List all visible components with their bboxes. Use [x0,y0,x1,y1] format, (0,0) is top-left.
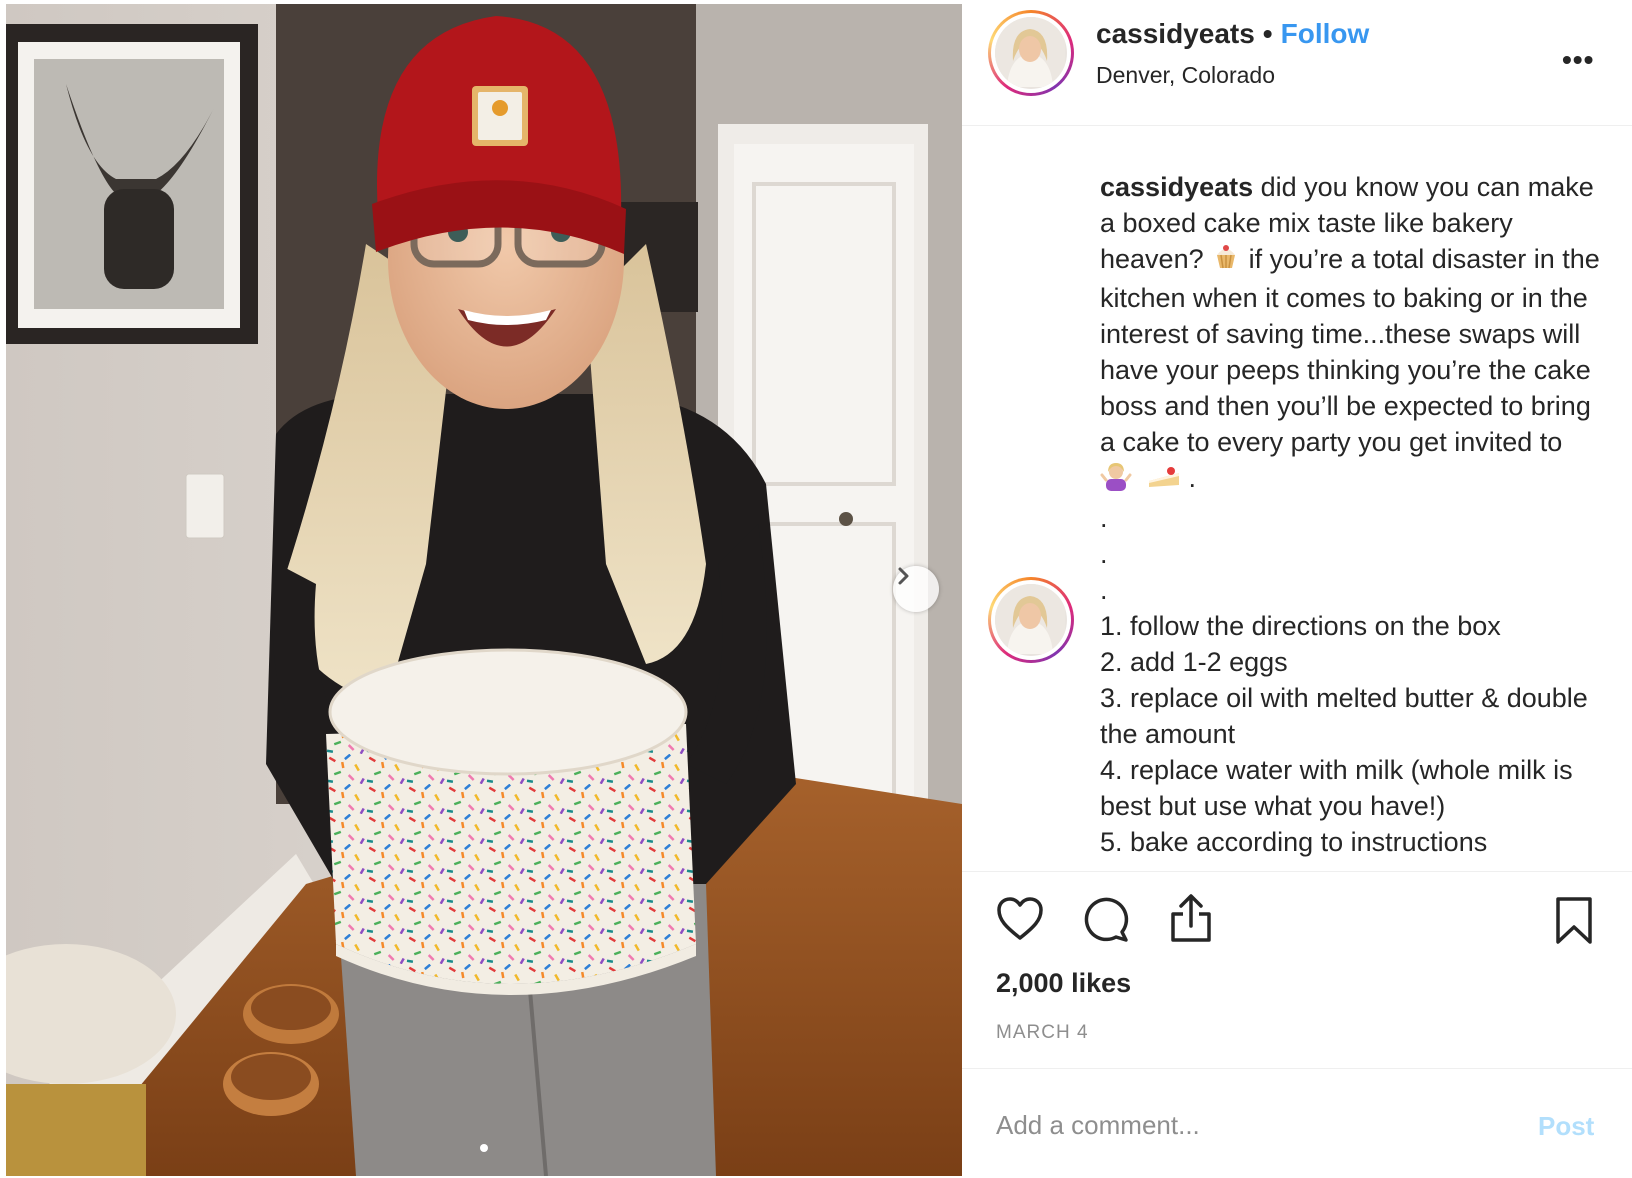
caption-text: cassidyeats did you know you can make a … [1100,169,1600,860]
post-date[interactable]: MARCH 4 [996,1022,1089,1044]
caption-scroll-area[interactable]: cassidyeats did you know you can make a … [962,127,1632,871]
photo-illustration [6,4,962,1176]
caption-step: 3. replace oil with melted butter & doub… [1100,682,1588,749]
post-photo[interactable] [6,4,962,1176]
post-actions: 2,000 likes MARCH 4 [962,871,1632,1071]
post-details-panel: cassidyeats • Follow Denver, Colorado ••• … [962,0,1632,1178]
caption-text-part-2: if you’re a total disaster in the kitche… [1100,244,1600,458]
follow-button[interactable]: Follow [1281,18,1370,49]
caption-avatar[interactable] [988,577,1074,663]
caption-text-part-3: . [1181,463,1197,494]
more-options-button[interactable]: ••• [1562,44,1594,76]
caption-dot-line: . [1100,574,1108,605]
like-button[interactable] [996,896,1044,947]
next-slide-button[interactable] [893,566,939,612]
caption-step: 5. bake according to instructions [1100,826,1488,857]
more-options-icon: ••• [1562,44,1595,75]
location-link[interactable]: Denver, Colorado [1096,62,1275,89]
comment-input[interactable] [996,1105,1496,1145]
caption-dot-line: . [1100,502,1108,533]
comment-bar: Post [962,1068,1632,1178]
avatar-image [995,17,1065,87]
comment-button[interactable] [1082,896,1130,949]
share-icon [1168,894,1214,948]
save-button[interactable] [1554,896,1594,951]
caption-step: 2. add 1-2 eggs [1100,646,1288,677]
caption-step: 4. replace water with milk (whole milk i… [1100,754,1573,821]
woman-shrugging-emoji-icon [1100,461,1132,500]
caption-username[interactable]: cassidyeats [1100,172,1253,202]
carousel-indicator [6,1144,962,1152]
shortcake-emoji-icon [1147,462,1181,498]
avatar-image [995,584,1065,654]
separator-dot: • [1262,18,1273,49]
likes-count[interactable]: 2,000 likes [996,968,1131,999]
cupcake-emoji-icon [1211,241,1241,280]
post-comment-button[interactable]: Post [1538,1111,1594,1142]
share-button[interactable] [1168,892,1214,949]
caption-step: 1. follow the directions on the box [1100,610,1501,641]
comment-icon [1082,897,1130,948]
header-username-line: cassidyeats • Follow [1096,18,1369,50]
header-username[interactable]: cassidyeats [1096,18,1255,49]
caption-dot-line: . [1100,538,1108,569]
bookmark-icon [1554,897,1594,950]
post-header: cassidyeats • Follow Denver, Colorado ••• [962,0,1632,126]
profile-avatar[interactable] [988,10,1074,96]
heart-icon [996,897,1044,946]
carousel-dot-active [480,1144,488,1152]
